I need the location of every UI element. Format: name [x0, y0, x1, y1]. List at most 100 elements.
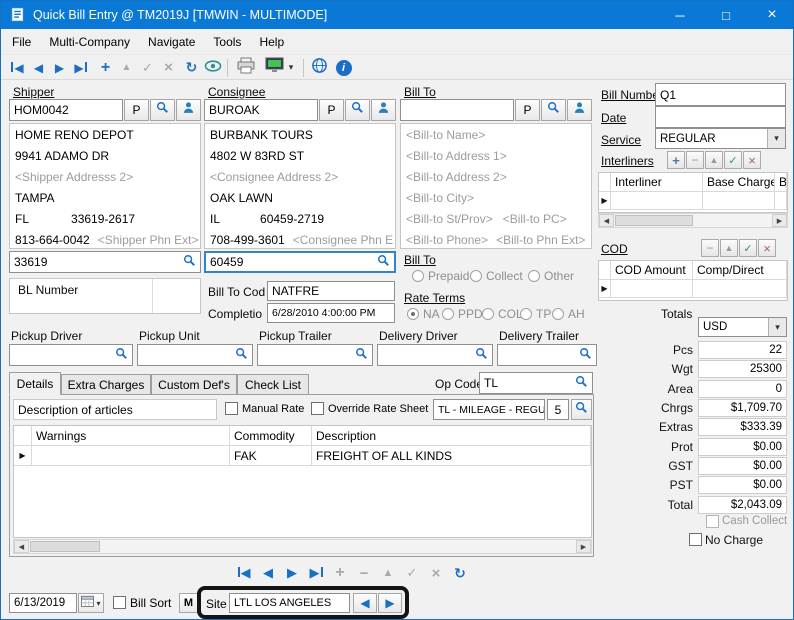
- lookup-icon[interactable]: [579, 347, 592, 363]
- radio-ppd[interactable]: PPD: [442, 307, 483, 321]
- shipper-address1-field[interactable]: 9941 ADAMO DR: [10, 145, 200, 166]
- tab-check-list[interactable]: Check List: [237, 374, 309, 395]
- consignee-profile-button[interactable]: P: [319, 99, 344, 121]
- scrollbar-thumb[interactable]: [30, 541, 100, 552]
- interliners-scrollbar[interactable]: ◀ ▶: [598, 213, 788, 228]
- shipper-zone-field[interactable]: 33619: [9, 251, 201, 273]
- consignee-search-button[interactable]: [345, 99, 370, 121]
- rate-code-field[interactable]: TL - MILEAGE - REGUL: [433, 399, 545, 420]
- tab-details[interactable]: Details: [9, 372, 61, 395]
- menu-multi-company[interactable]: Multi-Company: [40, 29, 139, 54]
- billto-city-field[interactable]: <Bill-to City>: [401, 187, 591, 208]
- consignee-address1-field[interactable]: 4802 W 83RD ST: [205, 145, 395, 166]
- web-button[interactable]: [309, 57, 330, 78]
- nav-last-button[interactable]: ▶: [305, 562, 327, 584]
- radio-other[interactable]: Other: [528, 269, 574, 283]
- consignee-address2-field[interactable]: <Consignee Address 2>: [205, 166, 395, 187]
- insert-record-button[interactable]: +: [95, 57, 116, 78]
- interliner-edit-button[interactable]: ▲: [705, 151, 723, 169]
- interliner-post-button[interactable]: ✓: [724, 151, 742, 169]
- date-field[interactable]: [655, 106, 786, 128]
- site-field[interactable]: LTL LOS ANGELES: [229, 593, 350, 613]
- billto-contact-button[interactable]: [567, 99, 592, 121]
- nav-post-button[interactable]: ✓: [401, 562, 423, 584]
- nav-delete-button[interactable]: −: [353, 562, 375, 584]
- bill-number-field[interactable]: Q1: [655, 83, 786, 106]
- lookup-icon[interactable]: [235, 347, 248, 363]
- first-record-button[interactable]: ◀: [7, 57, 28, 78]
- nav-edit-button[interactable]: ▲: [377, 562, 399, 584]
- mode-button[interactable]: M: [179, 593, 198, 613]
- view-button[interactable]: [202, 57, 223, 78]
- interliner-add-button[interactable]: +: [667, 151, 685, 169]
- scroll-left-button[interactable]: ◀: [14, 540, 29, 553]
- bill-date-field[interactable]: 6/13/2019: [9, 593, 77, 613]
- consignee-state-postal-field[interactable]: IL60459-2719: [205, 208, 395, 229]
- billto-profile-button[interactable]: P: [515, 99, 540, 121]
- billto-code-field[interactable]: [400, 99, 514, 121]
- interliners-grid-row[interactable]: ▶: [599, 192, 787, 210]
- refresh-button[interactable]: ↻: [181, 57, 202, 78]
- prior-record-button[interactable]: ◀: [28, 57, 49, 78]
- billto-state-postal-field[interactable]: <Bill-to St/Prov><Bill-to PC>: [401, 208, 591, 229]
- interliner-cancel-button[interactable]: ×: [743, 151, 761, 169]
- radio-collect[interactable]: Collect: [470, 269, 523, 283]
- shipper-state-postal-field[interactable]: FL33619-2617: [10, 208, 200, 229]
- shipper-profile-button[interactable]: P: [124, 99, 149, 121]
- last-record-button[interactable]: ▶: [70, 57, 91, 78]
- interliners-grid[interactable]: Interliner Base Charges B ▶: [598, 172, 788, 213]
- pickup-unit-field[interactable]: [137, 344, 253, 366]
- override-rate-sheet-checkbox[interactable]: [311, 402, 324, 415]
- shipper-contact-button[interactable]: [176, 99, 201, 121]
- nav-insert-button[interactable]: +: [329, 562, 351, 584]
- consignee-code-field[interactable]: BUROAK: [204, 99, 318, 121]
- print-button[interactable]: [233, 57, 259, 78]
- terminal-button[interactable]: [263, 57, 285, 78]
- consignee-city-field[interactable]: OAK LAWN: [205, 187, 395, 208]
- consignee-contact-button[interactable]: [371, 99, 396, 121]
- lookup-icon[interactable]: [115, 347, 128, 363]
- lookup-icon[interactable]: [355, 347, 368, 363]
- site-next-button[interactable]: ▶: [378, 593, 402, 613]
- next-record-button[interactable]: ▶: [49, 57, 70, 78]
- cod-cancel-button[interactable]: ×: [758, 239, 776, 257]
- radio-col[interactable]: COL: [482, 307, 523, 321]
- details-grid-row[interactable]: ▶ FAK FREIGHT OF ALL KINDS: [14, 446, 591, 466]
- scroll-right-button[interactable]: ▶: [772, 214, 787, 227]
- nav-next-button[interactable]: ▶: [281, 562, 303, 584]
- consignee-phone-field[interactable]: 708-499-3601<Consignee Phn E: [205, 229, 395, 250]
- currency-combo[interactable]: USD ▾: [698, 317, 787, 337]
- site-prev-button[interactable]: ◀: [353, 593, 377, 613]
- edit-record-button[interactable]: ▲: [116, 57, 137, 78]
- bill-date-calendar-button[interactable]: ▾: [78, 593, 104, 613]
- cancel-record-button[interactable]: ×: [158, 57, 179, 78]
- radio-na[interactable]: NA: [407, 307, 440, 321]
- pickup-driver-field[interactable]: [9, 344, 133, 366]
- bl-number-box[interactable]: BL Number: [9, 278, 201, 314]
- cod-post-button[interactable]: ✓: [739, 239, 757, 257]
- shipper-name-field[interactable]: HOME RENO DEPOT: [10, 124, 200, 145]
- shipper-code-field[interactable]: HOM0042: [9, 99, 123, 121]
- billto-code-row-field[interactable]: NATFRE: [267, 281, 395, 301]
- details-scrollbar[interactable]: ◀ ▶: [13, 539, 592, 554]
- delivery-driver-field[interactable]: [377, 344, 493, 366]
- terminal-dropdown-button[interactable]: ▾: [285, 57, 297, 78]
- shipper-address2-field[interactable]: <Shipper Addresss 2>: [10, 166, 200, 187]
- nav-cancel-button[interactable]: ×: [425, 562, 447, 584]
- consignee-zone-field[interactable]: 60459: [204, 251, 396, 273]
- radio-prepaid[interactable]: Prepaid: [412, 269, 469, 283]
- zone-lookup-icon[interactable]: [377, 254, 390, 270]
- shipper-city-field[interactable]: TAMPA: [10, 187, 200, 208]
- scrollbar-thumb[interactable]: [615, 215, 693, 226]
- menu-tools[interactable]: Tools: [204, 29, 250, 54]
- rate-lookup-button[interactable]: [571, 399, 592, 420]
- bill-sort-checkbox[interactable]: [113, 596, 126, 609]
- billto-address2-field[interactable]: <Bill-to Address 2>: [401, 166, 591, 187]
- billto-search-button[interactable]: [541, 99, 566, 121]
- nav-prior-button[interactable]: ◀: [257, 562, 279, 584]
- pickup-trailer-field[interactable]: [257, 344, 373, 366]
- rate-qty-field[interactable]: 5: [547, 399, 569, 420]
- consignee-name-field[interactable]: BURBANK TOURS: [205, 124, 395, 145]
- op-code-field[interactable]: TL: [479, 372, 593, 394]
- close-button[interactable]: ×: [749, 1, 794, 29]
